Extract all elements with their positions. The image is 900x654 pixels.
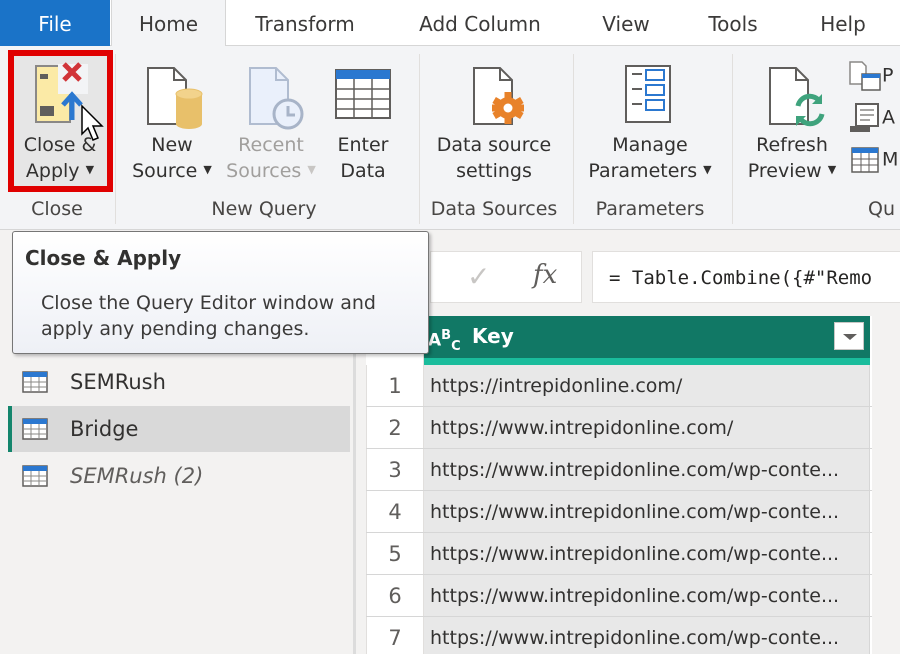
enter-data-label: Enter [337, 134, 389, 156]
tooltip-body: Close the Query Editor window and apply … [41, 292, 376, 340]
table-cell[interactable]: https://www.intrepidonline.com/wp-conte.… [424, 491, 870, 532]
parameters-icon [625, 65, 671, 123]
group-label-query: Qu [868, 198, 895, 220]
properties-button[interactable]: P [848, 60, 893, 92]
query-item-semrush-2[interactable]: SEMRush (2) [8, 453, 350, 499]
table-row: 4 https://www.intrepidonline.com/wp-cont… [366, 491, 872, 533]
tab-view[interactable]: View [588, 0, 664, 46]
tab-help[interactable]: Help [806, 0, 880, 46]
column-header-key[interactable]: ABC Key [424, 316, 870, 358]
tooltip-title: Close & Apply [25, 246, 182, 270]
query-item-semrush[interactable]: SEMRush [8, 359, 350, 405]
group-label-close: Close [31, 198, 83, 220]
formula-controls: ✓ fx [430, 251, 582, 303]
column-filter-dropdown-button[interactable] [834, 322, 864, 350]
table-row: 6 https://www.intrepidonline.com/wp-cont… [366, 575, 872, 617]
dropdown-caret-icon: ▼ [203, 162, 212, 176]
table-row: 7 https://www.intrepidonline.com/wp-cont… [366, 617, 872, 654]
ribbon-tab-bar: File Home Transform Add Column View Tool… [0, 0, 900, 47]
ribbon-separator [732, 54, 733, 224]
row-number[interactable]: 4 [366, 491, 424, 532]
dropdown-caret-icon: ▼ [307, 162, 316, 176]
table-row: 3 https://www.intrepidonline.com/wp-cont… [366, 449, 872, 491]
table-cell[interactable]: https://www.intrepidonline.com/wp-conte.… [424, 575, 870, 616]
ribbon-separator [573, 54, 574, 224]
settings-gear-icon [473, 67, 524, 125]
manage-parameters-label: Manage [612, 134, 688, 156]
tab-file[interactable]: File [0, 0, 110, 46]
close-apply-tooltip: Close & Apply Close the Query Editor win… [12, 231, 429, 354]
row-number[interactable]: 1 [366, 365, 424, 406]
tab-home[interactable]: Home [111, 0, 226, 47]
column-quality-bar [424, 358, 870, 365]
advanced-editor-icon [850, 103, 879, 132]
dropdown-caret-icon: ▼ [827, 162, 837, 176]
tab-add-column[interactable]: Add Column [400, 0, 560, 46]
tab-transform[interactable]: Transform [232, 0, 378, 46]
new-source-icon [147, 67, 203, 129]
group-label-parameters: Parameters [595, 198, 705, 220]
query-item-bridge[interactable]: Bridge [8, 406, 350, 452]
ribbon: Close & Apply ▼ Close New Source ▼ Recen… [0, 46, 900, 230]
data-source-settings-button[interactable]: Data source settings [424, 50, 564, 190]
ribbon-separator [115, 54, 116, 224]
group-label-data-sources: Data Sources [430, 198, 558, 220]
ribbon-separator [419, 54, 420, 224]
fx-icon[interactable]: fx [533, 260, 557, 290]
table-cell[interactable]: https://www.intrepidonline.com/ [424, 407, 870, 448]
tab-tools[interactable]: Tools [696, 0, 770, 46]
data-source-settings-label: Data source [436, 134, 552, 156]
check-icon[interactable]: ✓ [467, 260, 490, 293]
mouse-cursor-icon [81, 104, 104, 141]
table-row: 5 https://www.intrepidonline.com/wp-cont… [366, 533, 872, 575]
dropdown-caret-icon: ▼ [703, 162, 712, 176]
row-number[interactable]: 5 [366, 533, 424, 574]
table-cell[interactable]: https://intrepidonline.com/ [424, 365, 870, 406]
manage-parameters-button[interactable]: Manage Parameters ▼ [580, 50, 720, 190]
group-label-new-query: New Query [211, 198, 317, 220]
table-icon [22, 418, 48, 440]
refresh-preview-label: Refresh [756, 134, 828, 156]
formula-input[interactable]: = Table.Combine({#"Remo [592, 251, 900, 303]
manage-button[interactable]: M [848, 144, 898, 176]
new-source-button[interactable]: New Source ▼ [124, 50, 220, 190]
recent-sources-icon [249, 67, 304, 130]
properties-icon [849, 61, 881, 91]
row-number[interactable]: 2 [366, 407, 424, 448]
table-icon [22, 465, 48, 487]
advanced-editor-button[interactable]: A [848, 102, 895, 134]
recent-sources-label: Recent [238, 134, 304, 156]
table-row: 2 https://www.intrepidonline.com/ [366, 407, 872, 449]
table-row: 1 https://intrepidonline.com/ [366, 365, 872, 407]
enter-data-button[interactable]: Enter Data [326, 50, 400, 190]
dropdown-caret-icon: ▼ [85, 162, 95, 176]
recent-sources-button[interactable]: Recent Sources ▼ [222, 50, 320, 190]
row-number[interactable]: 3 [366, 449, 424, 490]
new-source-label: New [151, 134, 193, 156]
data-grid: ABC Key 1 https://intrepidonline.com/ 2 … [366, 316, 872, 654]
refresh-preview-button[interactable]: Refresh Preview ▼ [740, 50, 844, 190]
table-cell[interactable]: https://www.intrepidonline.com/wp-conte.… [424, 617, 870, 654]
table-icon [22, 371, 48, 393]
row-number[interactable]: 6 [366, 575, 424, 616]
table-icon [335, 69, 391, 119]
table-cell[interactable]: https://www.intrepidonline.com/wp-conte.… [424, 449, 870, 490]
manage-icon [851, 147, 879, 173]
row-number[interactable]: 7 [366, 617, 424, 654]
refresh-icon [769, 67, 825, 127]
table-cell[interactable]: https://www.intrepidonline.com/wp-conte.… [424, 533, 870, 574]
